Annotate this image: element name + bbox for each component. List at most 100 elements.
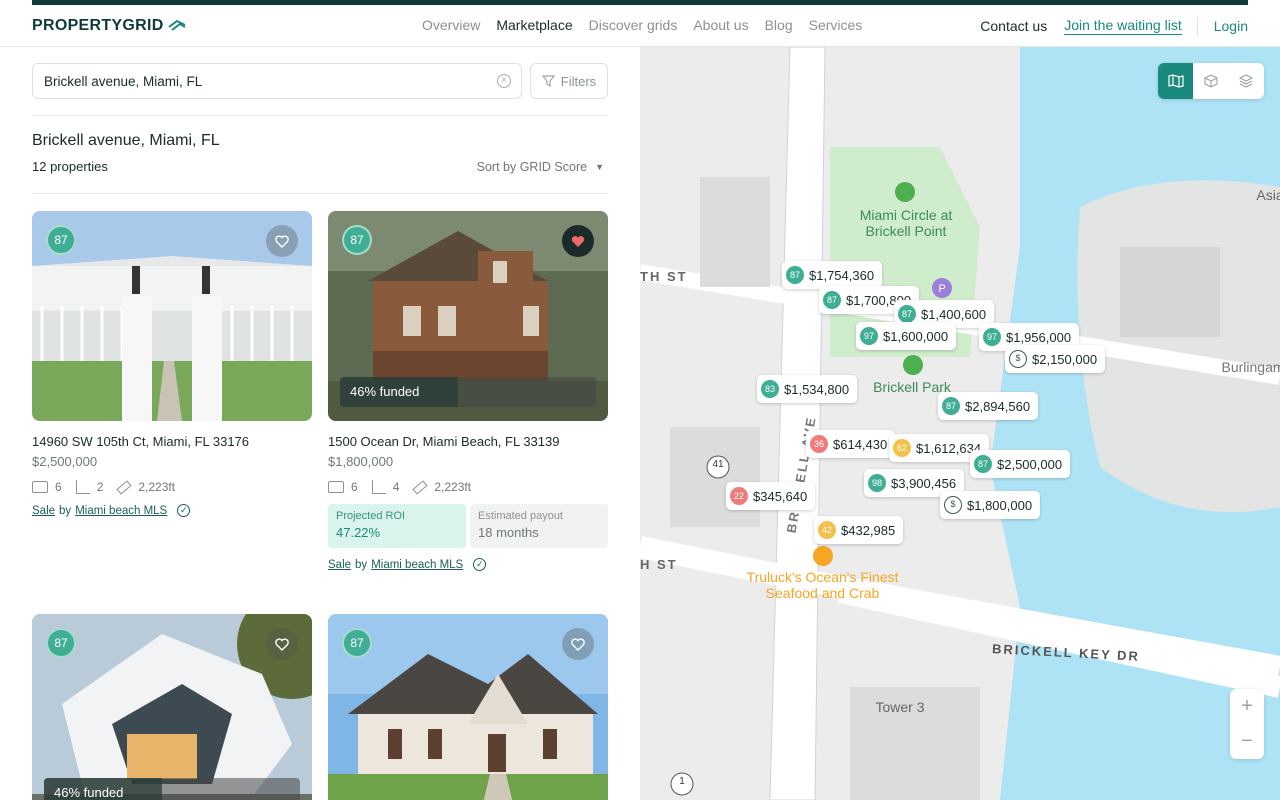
layers-button[interactable] (1228, 63, 1263, 99)
beds-count: 6 (55, 480, 62, 494)
search-value: Brickell avenue, Miami, FL (44, 73, 203, 89)
property-image[interactable]: 87 (32, 211, 312, 421)
map-price-pin[interactable]: 36 $614,430 (806, 430, 896, 458)
property-image[interactable]: 87 (328, 614, 608, 800)
map-label-miami-circle: Miami Circle at Brickell Point (859, 207, 953, 239)
map-price-pin[interactable]: 22 $345,640 (726, 482, 816, 510)
grid-score-badge: 87 (46, 628, 76, 658)
investment-metrics: Projected ROI 47.22% Estimated payout 18… (328, 504, 608, 548)
map-price-pin[interactable]: $ $2,150,000 (1005, 345, 1106, 373)
map-base: P (640, 47, 1280, 800)
funding-progress: 46% funded (340, 377, 596, 407)
zoom-in-button[interactable]: + (1230, 689, 1264, 724)
layers-icon (1238, 74, 1253, 88)
sort-label: Sort by GRID Score (476, 160, 588, 174)
grid-score-badge: 87 (342, 225, 372, 255)
pin-score-badge: 22 (730, 487, 748, 505)
property-card[interactable]: 87 (328, 614, 608, 800)
baths-count: 4 (392, 480, 400, 494)
projected-roi-box: Projected ROI 47.22% (328, 504, 466, 548)
nav-services[interactable]: Services (809, 17, 863, 33)
favorite-button[interactable] (266, 628, 298, 660)
property-image[interactable]: 87 46% funded (328, 211, 608, 421)
pin-price: $1,600,000 (883, 328, 949, 344)
logo[interactable]: PROPERTYGRID (32, 17, 186, 35)
verified-check-icon: ✓ (177, 504, 191, 517)
pin-score-badge: 83 (761, 380, 779, 398)
mls-source-link[interactable]: Miami beach MLS (75, 505, 167, 517)
nav-about-us[interactable]: About us (693, 17, 748, 33)
property-card[interactable]: 87 14960 SW 105th Ct, Miami, FL 33176 $2… (32, 211, 312, 517)
contact-link[interactable]: Contact us (980, 18, 1047, 34)
site-header: PROPERTYGRID Overview Marketplace Discov… (0, 5, 1280, 47)
baths-count: 2 (96, 480, 104, 494)
pin-score-badge: 87 (898, 305, 916, 323)
map-price-pin[interactable]: 87 $2,500,000 (970, 450, 1071, 478)
map-price-pin[interactable]: $ $1,800,000 (940, 491, 1041, 519)
property-card[interactable]: 87 46% funded 1500 Ocean Dr, Miami Beach… (328, 211, 608, 571)
sale-by-text: by (59, 504, 72, 517)
property-card[interactable]: 87 46% funded (32, 614, 312, 800)
map-price-pin[interactable]: 87 $2,894,560 (938, 392, 1039, 420)
listing-source: Sale by Miami beach MLS ✓ (328, 558, 608, 571)
favorite-button[interactable] (562, 225, 594, 257)
nav-blog[interactable]: Blog (765, 17, 793, 33)
area-value: 2,223ft (434, 480, 472, 494)
results-panel: Brickell avenue, Miami, FL × Filters Bri… (32, 47, 608, 800)
map-price-pin[interactable]: 42 $432,985 (814, 516, 904, 544)
funding-label: 46% funded (350, 384, 420, 399)
map-price-pin[interactable]: 87 $1,754,360 (782, 261, 883, 289)
nav-marketplace[interactable]: Marketplace (496, 17, 572, 33)
heart-icon (275, 637, 289, 651)
login-link[interactable]: Login (1214, 18, 1248, 34)
property-address[interactable]: 14960 SW 105th Ct, Miami, FL 33176 (32, 434, 312, 449)
join-waiting-list-link[interactable]: Join the waiting list (1064, 17, 1182, 35)
cube-icon (1203, 74, 1218, 88)
map-label-restaurant: Truluck's Ocean's Finest Seafood and Cra… (746, 569, 899, 601)
property-price: $1,800,000 (328, 454, 394, 469)
map-panel[interactable]: P Miami Circle at Brickell Point Brickel… (640, 47, 1280, 800)
property-address[interactable]: 1500 Ocean Dr, Miami Beach, FL 33139 (328, 434, 608, 449)
pin-score-badge: 87 (974, 455, 992, 473)
chevron-down-icon: ▼ (595, 162, 604, 172)
nav-discover-grids[interactable]: Discover grids (589, 17, 678, 33)
filters-button[interactable]: Filters (530, 63, 608, 99)
pin-score-badge: 98 (868, 474, 886, 492)
listing-source: Sale by Miami beach MLS ✓ (32, 504, 312, 517)
roi-label: Projected ROI (336, 510, 406, 522)
route-1-shield: 1 (679, 776, 685, 787)
pin-price: $614,430 (833, 436, 888, 452)
roi-value: 47.22% (336, 525, 381, 540)
clear-search-icon[interactable]: × (497, 74, 511, 88)
pin-price: $3,900,456 (891, 475, 957, 491)
bath-icon (75, 480, 90, 494)
main-nav: Overview Marketplace Discover grids Abou… (422, 17, 862, 33)
ruler-icon (116, 479, 132, 495)
zoom-controls: + − (1230, 689, 1264, 759)
pin-score-badge: 87 (942, 397, 960, 415)
map-price-pin[interactable]: 97 $1,600,000 (856, 322, 957, 350)
favorite-button[interactable] (266, 225, 298, 257)
svg-text:P: P (938, 283, 945, 295)
sort-dropdown[interactable]: Sort by GRID Score ▼ (477, 160, 604, 174)
map-label-burlingame: Burlingam (1221, 359, 1280, 375)
property-image[interactable]: 87 46% funded (32, 614, 312, 800)
map-price-pin[interactable]: 83 $1,534,800 (757, 375, 858, 403)
sale-type-link[interactable]: Sale (32, 505, 55, 517)
zoom-out-button[interactable]: − (1230, 724, 1264, 759)
pin-price: $2,500,000 (997, 456, 1063, 472)
sale-type-link[interactable]: Sale (328, 559, 351, 571)
map-label-street-top: TH ST (640, 269, 688, 284)
logo-icon (168, 19, 186, 31)
grid-score-badge: 87 (342, 628, 372, 658)
3d-view-button[interactable] (1193, 63, 1228, 99)
mls-source-link[interactable]: Miami beach MLS (371, 559, 463, 571)
favorite-button[interactable] (562, 628, 594, 660)
search-input[interactable]: Brickell avenue, Miami, FL × (32, 63, 522, 99)
map-view-button[interactable] (1158, 63, 1193, 99)
property-price: $2,500,000 (32, 454, 98, 469)
nav-overview[interactable]: Overview (422, 17, 480, 33)
property-features: 6 2 2,223ft (32, 479, 312, 495)
pin-price: $2,150,000 (1032, 351, 1098, 367)
money-bag-icon: $ (1009, 350, 1027, 368)
